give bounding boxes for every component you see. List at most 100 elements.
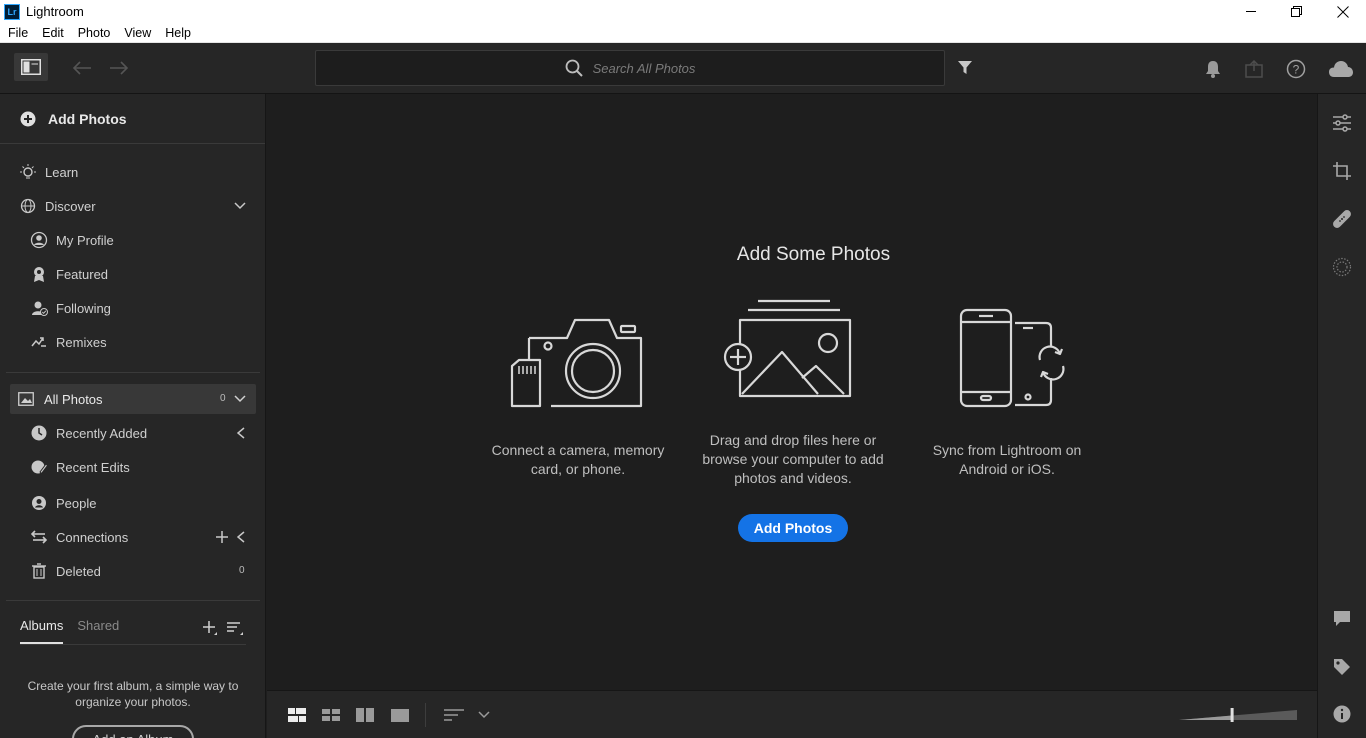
following-icon [30,299,48,317]
svg-text:?: ? [1293,63,1300,77]
sidebar-item-label: My Profile [56,232,114,248]
sidebar-item-people[interactable]: People [0,486,265,520]
sidebar-item-connections[interactable]: Connections [0,520,265,554]
sidebar-item-label: Discover [45,198,96,214]
tag-icon [1334,659,1350,675]
close-icon [1337,5,1349,18]
menu-photo[interactable]: Photo [71,26,118,40]
healing-button[interactable] [1331,208,1353,230]
panel-toggle-icon [21,59,41,75]
keywords-button[interactable] [1331,656,1353,678]
healing-icon [1333,210,1351,228]
sidebar-item-label: Learn [45,164,79,180]
tab-albums[interactable]: Albums [20,618,64,644]
sidebar-item-label: Recently Added [56,425,148,441]
single-view-button[interactable] [389,705,411,725]
notifications-button[interactable] [1203,58,1223,80]
sidebar-divider [6,600,260,601]
option-browse-caption: Drag and drop files here or browse your … [702,432,884,486]
masking-button[interactable] [1331,256,1353,278]
forward-arrow-icon [110,61,129,75]
deleted-count: 0 [239,565,245,576]
sidebar-item-featured[interactable]: Featured [0,257,265,291]
edit-sliders-icon [1333,114,1351,132]
forward-button[interactable] [107,57,131,79]
back-button[interactable] [70,57,94,79]
chevron-left-icon[interactable] [237,531,245,543]
sort-icon [444,709,464,721]
sidebar-item-deleted[interactable]: Deleted 0 [0,554,265,588]
menu-help[interactable]: Help [158,26,198,40]
bottom-divider [425,703,426,727]
sidebar-item-remixes[interactable]: Remixes [0,325,265,359]
sidebar-item-following[interactable]: Following [0,291,265,325]
minimize-icon [1245,11,1256,12]
close-button[interactable] [1320,0,1366,23]
search-box[interactable]: Search All Photos [315,50,945,86]
share-button[interactable] [1244,58,1264,80]
sidebar-item-label: Featured [56,266,109,282]
tab-shared[interactable]: Shared [77,618,119,644]
albums-tab-divider [20,644,246,645]
bell-icon [1206,61,1220,78]
award-icon [30,265,48,283]
plus-icon[interactable] [216,531,228,543]
search-icon [565,59,583,77]
sidebar-item-recent-edits[interactable]: Recent Edits [0,450,265,484]
sidebar-item-label: People [56,495,97,511]
top-toolbar: Search All Photos ? [0,43,1366,94]
sidebar-item-learn[interactable]: Learn [0,155,265,189]
sidebar-item-recently-added[interactable]: Recently Added [0,416,265,450]
restore-icon [1291,5,1302,17]
filter-button[interactable] [955,58,975,78]
panel-toggle-button[interactable] [14,53,48,81]
right-rail [1317,94,1366,738]
sidebar-item-my-profile[interactable]: My Profile [0,223,265,257]
chevron-down-icon[interactable] [234,202,246,210]
albums-empty-message: Create your first album, a simple way to… [27,679,239,709]
thumbnail-size-slider[interactable] [1177,705,1301,725]
chevron-down-icon[interactable] [234,395,246,403]
sort-dropdown-button[interactable] [477,709,491,721]
chevron-left-icon[interactable] [237,427,245,439]
minimize-button[interactable] [1228,0,1274,23]
single-view-icon [391,709,409,722]
sidebar-divider [6,372,260,373]
menu-bar: File Edit Photo View Help [0,23,1366,43]
edit-panel-button[interactable] [1331,112,1353,134]
crop-button[interactable] [1331,160,1353,182]
search-input[interactable]: Search All Photos [593,61,696,76]
info-icon [1333,705,1351,723]
detail-view-button[interactable] [355,705,375,725]
add-album-button[interactable]: Add an Album [72,725,194,738]
crop-icon [1333,162,1351,180]
add-album-plus-icon[interactable] [202,620,218,636]
add-photos-sidebar-button[interactable]: Add Photos [0,94,265,144]
sidebar-item-label: Following [56,300,111,316]
info-button[interactable] [1331,703,1353,725]
help-button[interactable]: ? [1285,58,1307,80]
connections-icon [30,528,48,546]
add-photos-button[interactable]: Add Photos [738,514,848,542]
lightbulb-icon [19,163,37,181]
chevron-down-icon [478,711,490,719]
sort-button[interactable] [442,705,466,725]
sidebar-item-all-photos[interactable]: All Photos 0 [10,384,256,414]
sort-albums-icon[interactable] [226,620,244,636]
slider-handle[interactable] [1230,708,1234,722]
clock-icon [30,424,48,442]
trash-icon [30,562,48,580]
menu-view[interactable]: View [117,26,158,40]
menu-edit[interactable]: Edit [35,26,71,40]
photo-grid-view-button[interactable] [321,705,341,725]
sidebar-item-discover[interactable]: Discover [0,189,265,223]
square-grid-view-button[interactable] [287,705,307,725]
window-title: Lightroom [26,4,84,19]
plus-circle-icon [20,111,36,126]
menu-file[interactable]: File [0,26,35,40]
cloud-sync-button[interactable] [1327,58,1355,80]
restore-button[interactable] [1274,0,1320,23]
option-mobile-caption: Sync from Lightroom on Android or iOS. [932,442,1082,477]
comments-button[interactable] [1331,608,1353,630]
sidebar-item-label: Recent Edits [56,459,130,475]
